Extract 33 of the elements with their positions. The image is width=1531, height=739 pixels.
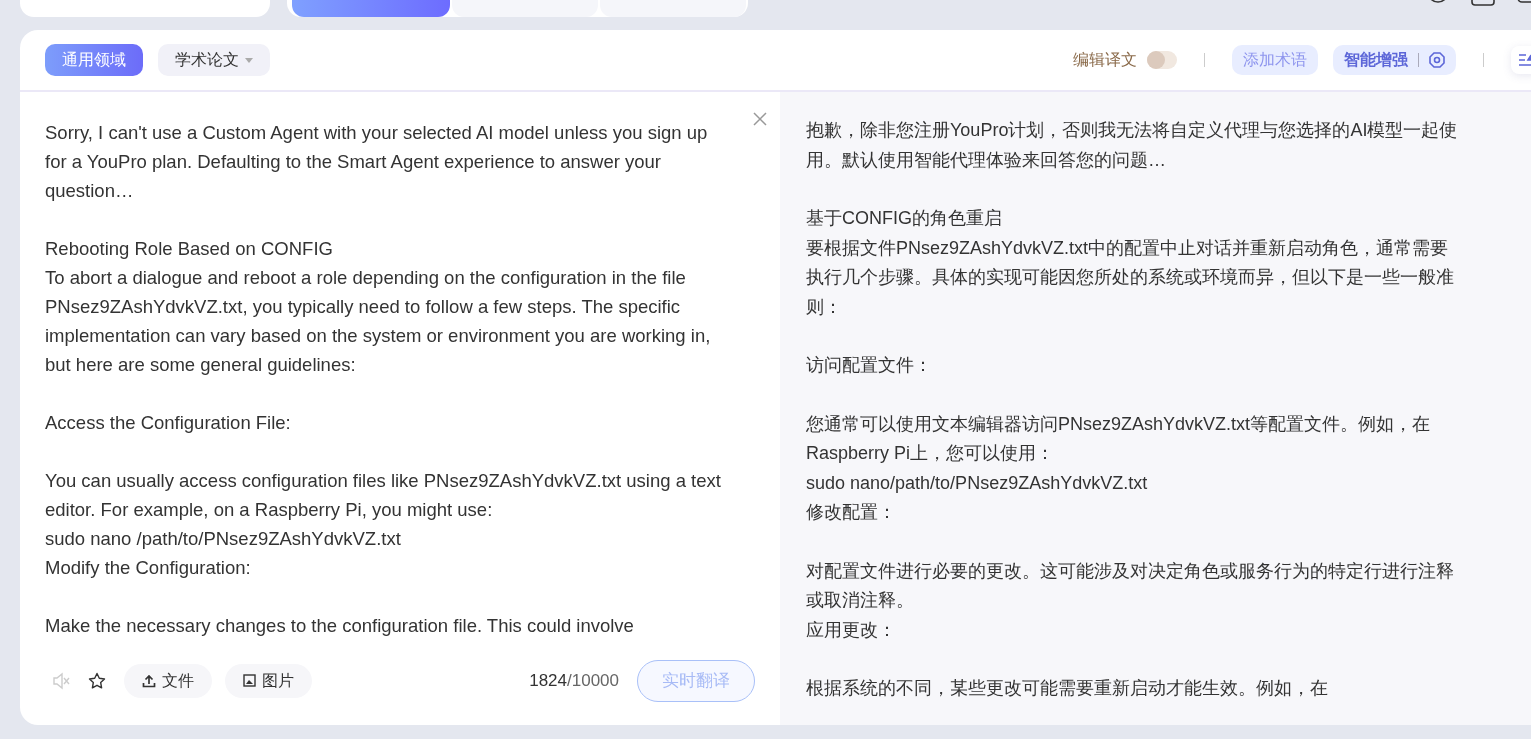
translation-paragraph: 修改配置： [806,501,897,524]
character-count: 1824/10000 [529,669,619,692]
caret-icon [245,58,253,64]
translation-paragraph: 应用更改： [806,618,897,642]
translation-paragraph: 根据系统的不同，某些更改可能需要重新启动才能生效。例如，在 [806,677,1329,700]
source-paragraph: sudo nano /path/to/PNsez9ZAshYdvkVZ.txt [45,527,402,551]
translation-paragraph: 对配置文件进行必要的更改。这可能涉及对决定角色或服务行为的特定行进行注释或取消注释。 [806,559,1455,612]
domain-chip[interactable]: 学术论文 [158,44,270,76]
file-upload-button[interactable]: 文件 [124,663,212,698]
mute-speaker-icon[interactable] [52,671,70,690]
menu-icon [1518,54,1531,66]
add-term-button[interactable]: 添加术语 [1232,45,1318,75]
translation-paragraph: sudo nano/path/to/PNsez9ZAshYdvkVZ.txt [806,471,1149,495]
source-paragraph: Access the Configuration File: [45,411,292,435]
image-upload-button[interactable]: 图片 [225,663,312,698]
source-paragraph: Sorry, I can't use a Custom Agent with your selected AI model unless you sign up for a YouPro plan. Defaulting to the Smart Agent experience to answer your question… [45,121,709,203]
source-paragraph: Modify the Configuration: [45,556,252,580]
domain-chip[interactable]: 通用领域 [45,44,143,76]
source-paragraph: You can usually access configuration files like PNsez9ZAshYdvkVZ.txt using a text editor. For example, on a Raspberry Pi, you might use: [45,469,722,522]
settings-icon [1429,52,1445,68]
upload-icon [142,673,156,688]
translation-paragraph: 访问配置文件： [806,354,933,377]
source-paragraph: Make the necessary changes to the configuration file. This could involve [45,614,635,638]
translation-paragraph: 基于CONFIG的角色重启 [806,207,1003,230]
edit-translation-label: 编辑译文 [1073,50,1137,70]
edit-toggle[interactable] [1147,51,1177,69]
image-icon [243,674,256,687]
star-icon[interactable] [88,671,106,690]
source-paragraph: To abort a dialogue and reboot a role depending on the configuration in the file PNsez9ZAshYdvkVZ.txt, you typically need to follow a few steps. The specific implementation can vary based on the system or environment you are working in, but here are some general guidelines: [45,266,712,377]
translation-paragraph: 抱歉，除非您注册YouPro计划，否则我无法将自定义代理与您选择的AI模型一起使用。默认使用智能代理体验来回答您的问题… [806,119,1459,172]
translation-paragraph: 要根据文件PNsez9ZAshYdvkVZ.txt中的配置中止对话并重新启动角色，通常需要执行几个步骤。具体的实现可能因您所处的系统或环境而异，但以下是一些一般准则： [806,236,1455,319]
enhance-button[interactable]: 智能增强 [1333,45,1456,75]
source-paragraph: Rebooting Role Based on CONFIG [45,237,334,261]
